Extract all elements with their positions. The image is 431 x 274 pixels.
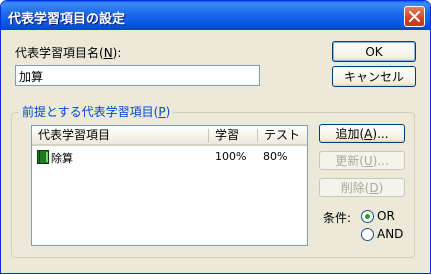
name-input[interactable]: 加算 [15,65,260,86]
row-test-value: 80% [263,150,288,163]
dialog-window: 代表学習項目の設定 代表学習項目名(N): 加算 OK キャンセル 前提とする代… [0,0,431,274]
and-radio[interactable] [361,228,374,241]
close-button[interactable] [404,6,425,27]
delete-button[interactable]: 削除(D) [319,178,405,197]
add-button[interactable]: 追加(A)... [319,124,405,143]
close-icon [409,11,420,22]
window-title: 代表学習項目の設定 [8,12,126,27]
prerequisite-list[interactable]: 代表学習項目 学習 テスト 除算 100% 80% [31,125,308,246]
ok-button[interactable]: OK [332,41,416,62]
condition-label: 条件: [323,211,352,225]
update-button[interactable]: 更新(U)... [319,151,405,170]
radio-selected-dot [365,214,370,219]
list-row[interactable]: 除算 100% 80% [32,148,307,166]
column-header-item[interactable]: 代表学習項目 [32,126,208,144]
name-field-label: 代表学習項目名(N): [15,46,122,60]
row-study-value: 100% [215,150,247,163]
column-header-test[interactable]: テスト [258,126,307,144]
cancel-button[interactable]: キャンセル [332,66,416,87]
or-radio[interactable] [361,210,374,223]
or-radio-label[interactable]: OR [377,209,395,223]
and-radio-label[interactable]: AND [377,227,403,241]
title-bar[interactable]: 代表学習項目の設定 [1,1,430,30]
prerequisite-group-title: 前提とする代表学習項目(P) [19,103,174,120]
list-header: 代表学習項目 学習 テスト [32,126,307,146]
row-item-name: 除算 [51,152,73,165]
column-header-study[interactable]: 学習 [209,126,257,144]
book-icon [37,150,49,164]
